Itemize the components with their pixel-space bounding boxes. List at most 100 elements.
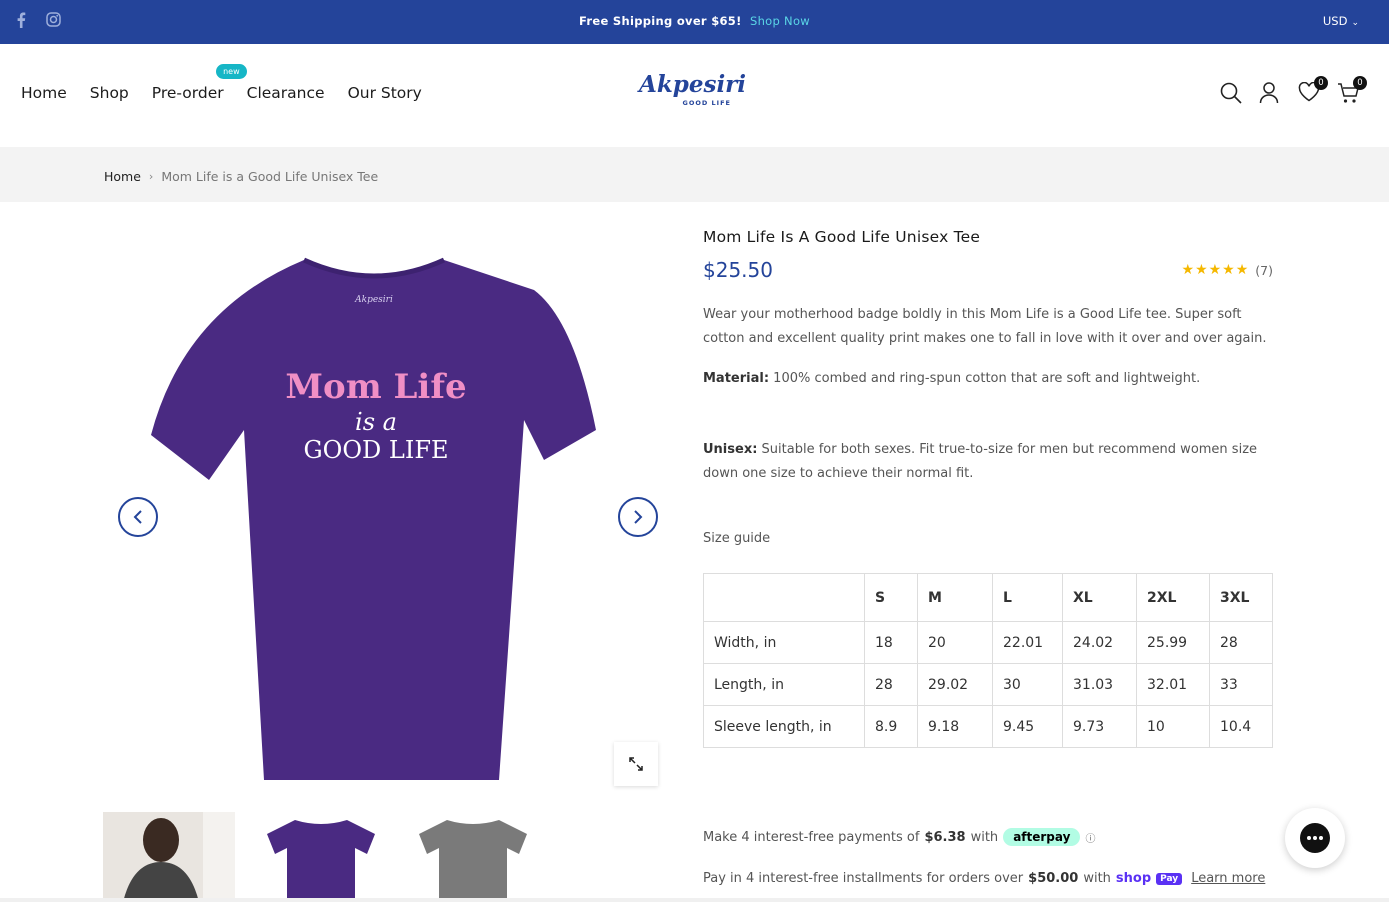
product-image[interactable]: Akpesiri Mom Life is a GOOD LIFE — [104, 230, 664, 790]
print-line-1: Mom Life — [285, 367, 466, 407]
table-cell: 25.99 — [1136, 621, 1210, 664]
afterpay-amount: $6.38 — [924, 829, 966, 845]
new-badge: new — [216, 64, 247, 79]
shoppay-message: Pay in 4 interest-free installments for … — [703, 871, 1265, 886]
announcement-bar: Free Shipping over $65! Shop Now USD ⌄ — [0, 0, 1389, 44]
gallery-next-button[interactable] — [618, 497, 658, 537]
table-row: Sleeve length, in 8.9 9.18 9.45 9.73 10 … — [703, 705, 1273, 748]
wishlist-button[interactable]: 0 — [1298, 76, 1328, 106]
nav-label: Home — [21, 84, 67, 102]
material-info: Material: 100% combed and ring-spun cott… — [703, 371, 1200, 386]
breadcrumb-home[interactable]: Home — [104, 169, 141, 184]
afterpay-prefix: Make 4 interest-free payments of — [703, 829, 920, 845]
material-text: 100% combed and ring-spun cotton that ar… — [769, 371, 1201, 386]
review-count: (7) — [1255, 262, 1273, 278]
table-cell: 20 — [917, 621, 993, 664]
gallery-prev-button[interactable] — [118, 497, 158, 537]
afterpay-logo: afterpay — [1003, 828, 1081, 846]
thumbnail-strip — [103, 812, 539, 902]
table-cell: 33 — [1209, 663, 1273, 706]
nav-item-pre-order[interactable]: Pre-order new — [151, 64, 247, 102]
table-cell: 9.73 — [1062, 705, 1137, 748]
table-cell: 22.01 — [992, 621, 1063, 664]
table-cell: 32.01 — [1136, 663, 1210, 706]
site-header: Home Shop Pre-order new Clearance Our Sto… — [0, 44, 1389, 147]
cart-button[interactable]: 0 — [1337, 76, 1367, 106]
table-cell: 9.45 — [992, 705, 1063, 748]
afterpay-message: Make 4 interest-free payments of $6.38 w… — [703, 828, 1095, 846]
print-line-3: GOOD LIFE — [304, 436, 449, 464]
nav-label: Our Story — [347, 84, 422, 102]
table-cell: 8.9 — [864, 705, 918, 748]
unisex-text: Suitable for both sexes. Fit true-to-siz… — [703, 442, 1258, 481]
logo-brand: Akpesiri — [639, 71, 747, 98]
nav-item-shop[interactable]: Shop — [90, 84, 129, 102]
chevron-right-icon — [634, 510, 643, 524]
table-cell: 10.4 — [1209, 705, 1273, 748]
site-logo[interactable]: Akpesiri GOOD LIFE — [639, 71, 747, 113]
shirt-shape — [151, 260, 596, 780]
size-header-cell: XL — [1062, 573, 1137, 622]
size-guide-label: Size guide — [703, 531, 771, 546]
breadcrumb-current: Mom Life is a Good Life Unisex Tee — [161, 169, 379, 184]
thumbnail-grey-tee[interactable] — [407, 812, 539, 902]
collar-brand: Akpesiri — [354, 295, 393, 305]
currency-label: USD — [1322, 14, 1348, 28]
nav-item-home[interactable]: Home — [21, 84, 67, 102]
account-icon[interactable] — [1259, 82, 1281, 106]
currency-selector[interactable]: USD ⌄ — [1323, 14, 1359, 28]
nav-item-clearance[interactable]: Clearance — [247, 84, 325, 102]
product-rating[interactable]: ★★★★★ (7) — [1182, 262, 1273, 278]
shoppay-amount: $50.00 — [1028, 871, 1079, 886]
table-row: Width, in 18 20 22.01 24.02 25.99 28 — [703, 621, 1273, 664]
material-label: Material: — [703, 371, 770, 386]
search-icon[interactable] — [1220, 82, 1242, 106]
learn-more-link[interactable]: Learn more — [1191, 871, 1265, 886]
table-cell: Sleeve length, in — [703, 705, 865, 748]
nav-label: Clearance — [246, 84, 325, 102]
shoppay-with: with — [1083, 871, 1111, 886]
chevron-right-icon: › — [148, 170, 154, 183]
thumbnail-lifestyle[interactable] — [103, 812, 235, 902]
main-nav: Home Shop Pre-order new Clearance Our Sto… — [21, 64, 422, 102]
chat-icon — [1300, 823, 1330, 853]
size-header-cell: 2XL — [1136, 573, 1210, 622]
product-info: Mom Life Is A Good Life Unisex Tee $25.5… — [703, 228, 1273, 886]
cart-count: 0 — [1353, 76, 1367, 90]
size-header-cell — [703, 573, 865, 622]
chevron-left-icon — [133, 510, 142, 524]
zoom-button[interactable] — [614, 742, 658, 786]
table-cell: 18 — [864, 621, 918, 664]
chevron-down-icon: ⌄ — [1351, 18, 1359, 28]
shoppay-prefix: Pay in 4 interest-free installments for … — [703, 871, 1024, 886]
size-header-cell: S — [864, 573, 918, 622]
promo-message: Free Shipping over $65! Shop Now — [0, 14, 1389, 28]
print-line-2: is a — [355, 408, 397, 436]
chat-widget-button[interactable] — [1285, 808, 1345, 868]
table-cell: 28 — [1209, 621, 1273, 664]
unisex-info: Unisex: Suitable for both sexes. Fit tru… — [703, 438, 1273, 486]
table-cell: 29.02 — [917, 663, 993, 706]
product-title: Mom Life Is A Good Life Unisex Tee — [703, 228, 981, 246]
nav-label: Shop — [89, 84, 129, 102]
product-gallery: Akpesiri Mom Life is a GOOD LIFE — [104, 230, 664, 800]
promo-text: Free Shipping over $65! — [579, 14, 742, 28]
info-icon[interactable]: ⓘ — [1085, 830, 1095, 845]
table-cell: 31.03 — [1062, 663, 1137, 706]
size-table-header: S M L XL 2XL 3XL — [703, 573, 1273, 622]
nav-label: Pre-order — [151, 84, 224, 102]
size-table: S M L XL 2XL 3XL Width, in 18 20 22.01 2… — [703, 573, 1273, 748]
shoppay-pay-badge: Pay — [1156, 872, 1183, 885]
table-cell: Length, in — [703, 663, 865, 706]
thumbnail-purple-tee[interactable] — [255, 812, 387, 902]
table-cell: 28 — [864, 663, 918, 706]
nav-item-our-story[interactable]: Our Story — [348, 84, 422, 102]
product-description: Wear your motherhood badge boldly in thi… — [703, 307, 1267, 346]
star-rating-icon: ★★★★★ — [1181, 262, 1250, 278]
shop-now-link[interactable]: Shop Now — [750, 14, 810, 28]
table-cell: Width, in — [703, 621, 865, 664]
unisex-label: Unisex: — [703, 442, 758, 457]
breadcrumb: Home › Mom Life is a Good Life Unisex Te… — [0, 147, 1389, 202]
table-cell: 10 — [1136, 705, 1210, 748]
size-header-cell: M — [917, 573, 993, 622]
